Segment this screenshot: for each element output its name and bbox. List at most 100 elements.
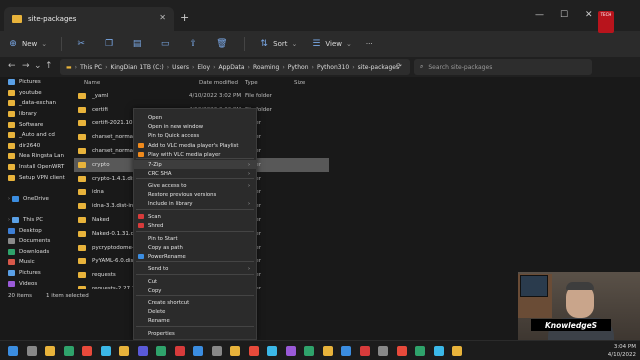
column-type[interactable]: Type: [245, 80, 258, 86]
sidebar-item[interactable]: Music: [0, 257, 66, 268]
tab-site-packages[interactable]: site-packages ✕: [4, 7, 174, 31]
context-menu-item[interactable]: Pin to Start: [134, 234, 256, 243]
taskbar-app-icon[interactable]: [304, 346, 314, 356]
taskbar-app-icon[interactable]: [100, 346, 111, 356]
sidebar-item[interactable]: Documents: [0, 236, 66, 247]
sidebar-item[interactable]: Install OpenWRT: [0, 162, 66, 173]
sidebar-item[interactable]: dir2640: [0, 141, 66, 152]
breadcrumb-item[interactable]: This PC: [80, 64, 102, 71]
column-size[interactable]: Size: [294, 80, 305, 86]
context-menu-item[interactable]: Shred: [134, 221, 256, 230]
context-menu-item[interactable]: Pin to Quick access: [134, 132, 256, 141]
taskbar-app-icon[interactable]: [359, 346, 370, 356]
minimize-button[interactable]: —: [535, 10, 544, 20]
taskbar-app-icon[interactable]: [26, 346, 37, 356]
maximize-button[interactable]: ☐: [560, 10, 568, 20]
context-menu-item[interactable]: Give access to ›: [134, 181, 256, 190]
taskbar-app-icon[interactable]: [378, 346, 388, 356]
sidebar-item[interactable]: youtube: [0, 88, 66, 99]
chevron-right-icon[interactable]: ›: [213, 64, 215, 71]
context-menu-item[interactable]: Copy as path: [134, 243, 256, 252]
sidebar-item[interactable]: Videos: [0, 278, 66, 289]
chevron-right-icon[interactable]: ›: [248, 64, 250, 71]
breadcrumb-item[interactable]: Python: [288, 64, 309, 71]
taskbar-app-icon[interactable]: [82, 346, 92, 356]
sidebar-item[interactable]: Nea Ringsta Lan: [0, 151, 66, 162]
rename-button[interactable]: ▭: [160, 39, 174, 49]
chevron-right-icon[interactable]: ›: [105, 64, 107, 71]
sidebar-item[interactable]: › OneDrive: [0, 194, 66, 205]
chevron-right-icon[interactable]: ›: [75, 64, 77, 71]
sidebar-item[interactable]: Desktop: [0, 225, 66, 236]
context-menu-item[interactable]: Rename: [134, 316, 256, 325]
breadcrumb-item[interactable]: Eloy: [197, 64, 210, 71]
context-menu-item[interactable]: Create shortcut: [134, 298, 256, 307]
taskbar-app-icon[interactable]: [193, 346, 203, 356]
sidebar-item[interactable]: [0, 204, 66, 215]
context-menu-item[interactable]: Restore previous versions: [134, 190, 256, 199]
context-menu-item[interactable]: Properties: [134, 329, 256, 338]
chevron-right-icon[interactable]: ›: [8, 196, 10, 202]
column-date[interactable]: Date modified: [199, 80, 238, 86]
chevron-right-icon[interactable]: ›: [167, 64, 169, 71]
share-button[interactable]: ⇪: [188, 39, 202, 49]
cut-button[interactable]: ✂: [76, 39, 90, 49]
sidebar-item[interactable]: library: [0, 109, 66, 120]
breadcrumb-item[interactable]: Python310: [317, 64, 349, 71]
sidebar-item[interactable]: › This PC: [0, 215, 66, 226]
context-menu-item[interactable]: 7-Zip ›: [134, 160, 256, 169]
refresh-icon[interactable]: ⟳: [396, 62, 402, 70]
sidebar-item[interactable]: Pictures: [0, 268, 66, 279]
sidebar-item[interactable]: Setup VPN client: [0, 172, 66, 183]
close-window-button[interactable]: ✕: [585, 10, 593, 20]
context-menu-item[interactable]: PowerRename: [134, 252, 256, 261]
file-row[interactable]: _yaml 4/10/2022 3:02 PM File folder: [74, 89, 329, 103]
context-menu-item[interactable]: Scan: [134, 212, 256, 221]
context-menu-item[interactable]: CRC SHA ›: [134, 169, 256, 178]
taskbar-app-icon[interactable]: [322, 346, 333, 356]
context-menu-item[interactable]: Copy: [134, 286, 256, 295]
breadcrumb-item[interactable]: KingDian 1TB (C:): [110, 64, 163, 71]
sidebar-item[interactable]: [0, 183, 66, 194]
delete-button[interactable]: 🗑: [216, 39, 230, 49]
sidebar-item[interactable]: Software: [0, 119, 66, 130]
new-tab-button[interactable]: +: [180, 11, 189, 24]
taskbar-app-icon[interactable]: [285, 346, 296, 356]
more-options-button[interactable]: ···: [366, 40, 373, 48]
up-arrow-icon[interactable]: ↑: [45, 61, 53, 71]
chevron-right-icon[interactable]: ›: [8, 217, 10, 223]
context-menu-item[interactable]: Include in library ›: [134, 200, 256, 209]
context-menu-item[interactable]: Send to ›: [134, 264, 256, 273]
view-button[interactable]: ☰ View ⌄: [311, 39, 352, 49]
back-arrow-icon[interactable]: ←: [8, 61, 16, 71]
taskbar-app-icon[interactable]: [156, 346, 166, 356]
taskbar-app-icon[interactable]: [8, 346, 18, 356]
context-menu-item[interactable]: Open in new window: [134, 123, 256, 132]
breadcrumb[interactable]: ▬ › This PC › KingDian 1TB (C:) › Users › Eloy ›…: [60, 59, 410, 75]
taskbar-app-icon[interactable]: [415, 346, 425, 356]
sidebar-item[interactable]: Downloads: [0, 247, 66, 258]
taskbar-app-icon[interactable]: [452, 346, 462, 356]
context-menu-item[interactable]: Cut: [134, 277, 256, 286]
forward-arrow-icon[interactable]: →: [22, 61, 30, 71]
sidebar-item[interactable]: _data-exchan: [0, 98, 66, 109]
taskbar-app-icon[interactable]: [267, 346, 277, 356]
context-menu-item[interactable]: Play with VLC media player: [134, 150, 256, 159]
taskbar-app-icon[interactable]: [396, 346, 407, 356]
taskbar-app-icon[interactable]: [137, 346, 148, 356]
taskbar-app-icon[interactable]: [45, 346, 55, 356]
taskbar-app-icon[interactable]: [174, 346, 185, 356]
breadcrumb-item[interactable]: Roaming: [253, 64, 279, 71]
chevron-down-icon[interactable]: ⌄: [34, 61, 42, 71]
chevron-right-icon[interactable]: ›: [192, 64, 194, 71]
column-name[interactable]: Name: [84, 80, 100, 86]
chevron-right-icon[interactable]: ›: [312, 64, 314, 71]
taskbar-app-icon[interactable]: [341, 346, 351, 356]
taskbar-app-icon[interactable]: [211, 346, 222, 356]
sort-button[interactable]: ⇅ Sort ⌄: [259, 39, 297, 49]
taskbar-app-icon[interactable]: [119, 346, 129, 356]
taskbar-clock[interactable]: 3:04 PM 4/10/2022: [608, 343, 636, 359]
copy-button[interactable]: ❐: [104, 39, 118, 49]
taskbar-app-icon[interactable]: [248, 346, 259, 356]
taskbar-app-icon[interactable]: [63, 346, 74, 356]
